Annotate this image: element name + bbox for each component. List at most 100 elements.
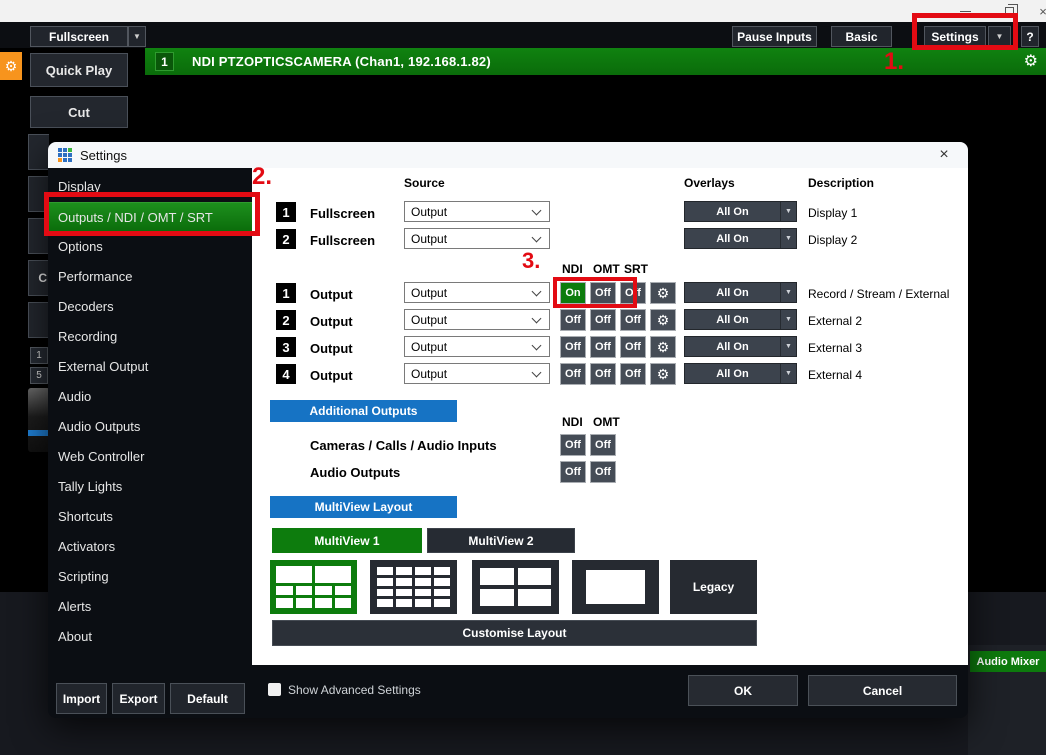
multiview-layout-button[interactable]: MultiView Layout (270, 496, 457, 518)
nav-item-performance[interactable]: Performance (48, 262, 252, 292)
ndi-toggle[interactable]: Off (560, 363, 586, 385)
tab-multiview-2[interactable]: MultiView 2 (427, 528, 575, 553)
source-select[interactable]: Output (404, 309, 550, 330)
nav-item-audio[interactable]: Audio (48, 382, 252, 412)
show-advanced-settings-checkbox[interactable] (268, 683, 281, 696)
default-button[interactable]: Default (170, 683, 245, 714)
source-select-value: Output (411, 205, 533, 219)
transition-button-partial[interactable] (28, 134, 49, 170)
ndi-toggle[interactable]: Off (560, 461, 586, 483)
nav-item-about[interactable]: About (48, 622, 252, 652)
tab-multiview-1[interactable]: MultiView 1 (272, 528, 422, 553)
app-settings-orange-button[interactable]: ⚙ (0, 52, 22, 80)
layout-thumb-grid-4x4[interactable] (370, 560, 457, 614)
omt-toggle[interactable]: Off (590, 434, 616, 456)
annotation-number-1: 1. (884, 48, 904, 76)
chevron-down-icon: ▼ (780, 229, 796, 248)
srt-toggle[interactable]: Off (620, 363, 646, 385)
additional-row-label: Cameras / Calls / Audio Inputs (310, 438, 497, 453)
show-advanced-settings-label: Show Advanced Settings (288, 683, 421, 697)
master-audio-fader[interactable] (28, 388, 50, 452)
close-button[interactable]: × (1026, 0, 1046, 22)
dialog-close-button[interactable]: × (930, 142, 958, 168)
help-button[interactable]: ? (1021, 26, 1039, 47)
source-select-value: Output (411, 232, 533, 246)
ok-button[interactable]: OK (688, 675, 798, 706)
additional-outputs-button[interactable]: Additional Outputs (270, 400, 457, 422)
settings-nav: Display Outputs / NDI / OMT / SRT Option… (48, 168, 252, 718)
omt-toggle[interactable]: Off (590, 363, 616, 385)
srt-column-header: SRT (624, 262, 648, 276)
layout-preview (480, 568, 551, 606)
quick-play-button[interactable]: Quick Play (30, 53, 128, 87)
import-button[interactable]: Import (56, 683, 107, 714)
output-settings-gear-button[interactable]: ⚙ (650, 282, 676, 304)
overlays-value: All On (685, 202, 780, 221)
nav-item-decoders[interactable]: Decoders (48, 292, 252, 322)
transition-button-partial[interactable]: C (28, 260, 49, 296)
annotation-number-2: 2. (252, 163, 272, 191)
overlays-value: All On (685, 337, 780, 356)
vmix-logo-icon (58, 148, 72, 162)
layout-thumb-single[interactable] (572, 560, 659, 614)
gear-icon: ⚙ (657, 313, 670, 327)
nav-item-activators[interactable]: Activators (48, 532, 252, 562)
main-toolbar: Fullscreen ▼ Pause Inputs Basic Settings… (0, 22, 1046, 48)
ndi-toggle[interactable]: Off (560, 309, 586, 331)
fullscreen-dropdown-button[interactable]: ▼ (128, 26, 146, 47)
source-select[interactable]: Output (404, 363, 550, 384)
omt-toggle[interactable]: Off (590, 336, 616, 358)
ndi-toggle[interactable]: Off (560, 336, 586, 358)
input-settings-gear-button[interactable]: ⚙ (1024, 53, 1038, 71)
chevron-down-icon (532, 286, 542, 296)
nav-item-scripting[interactable]: Scripting (48, 562, 252, 592)
overlays-value: All On (685, 229, 780, 248)
basic-button[interactable]: Basic (831, 26, 892, 47)
layout-thumb-grid-2x2[interactable] (472, 560, 559, 614)
transition-seconds-badge[interactable]: 5 (30, 367, 48, 384)
omt-toggle[interactable]: Off (590, 461, 616, 483)
vmix-app-window: × Fullscreen ▼ Pause Inputs Basic Settin… (0, 0, 1046, 755)
overlays-dropdown[interactable]: All On▼ (684, 363, 797, 384)
audio-mixer-tab[interactable]: Audio Mixer (970, 651, 1046, 672)
customise-layout-button[interactable]: Customise Layout (272, 620, 757, 646)
transition-button-label: C (38, 271, 47, 285)
overlays-dropdown[interactable]: All On▼ (684, 336, 797, 357)
export-button[interactable]: Export (112, 683, 165, 714)
nav-item-web-controller[interactable]: Web Controller (48, 442, 252, 472)
srt-toggle[interactable]: Off (620, 336, 646, 358)
source-select[interactable]: Output (404, 228, 550, 249)
nav-item-recording[interactable]: Recording (48, 322, 252, 352)
overlays-dropdown[interactable]: All On▼ (684, 228, 797, 249)
active-input-bar[interactable]: 1 NDI PTZOPTICSCAMERA (Chan1, 192.168.1.… (145, 48, 1046, 75)
source-select[interactable]: Output (404, 336, 550, 357)
nav-item-external-output[interactable]: External Output (48, 352, 252, 382)
layout-thumb-mixed-selected[interactable] (270, 560, 357, 614)
fader-handle[interactable] (28, 430, 50, 436)
overlays-dropdown[interactable]: All On▼ (684, 201, 797, 222)
omt-toggle[interactable]: Off (590, 309, 616, 331)
source-select[interactable]: Output (404, 282, 550, 303)
fullscreen-button[interactable]: Fullscreen (30, 26, 128, 47)
transition-seconds-badge[interactable]: 1 (30, 347, 48, 364)
chevron-down-icon (532, 367, 542, 377)
layout-thumb-legacy[interactable]: Legacy (670, 560, 757, 614)
overlays-dropdown[interactable]: All On▼ (684, 282, 797, 303)
source-select[interactable]: Output (404, 201, 550, 222)
nav-item-options[interactable]: Options (48, 232, 252, 262)
cut-button[interactable]: Cut (30, 96, 128, 128)
nav-item-tally-lights[interactable]: Tally Lights (48, 472, 252, 502)
output-settings-gear-button[interactable]: ⚙ (650, 363, 676, 385)
overlays-dropdown[interactable]: All On▼ (684, 309, 797, 330)
output-settings-gear-button[interactable]: ⚙ (650, 309, 676, 331)
row-number-badge: 1 (276, 202, 296, 222)
transition-button-partial[interactable] (28, 302, 49, 338)
pause-inputs-button[interactable]: Pause Inputs (732, 26, 817, 47)
nav-item-shortcuts[interactable]: Shortcuts (48, 502, 252, 532)
nav-item-alerts[interactable]: Alerts (48, 592, 252, 622)
cancel-button[interactable]: Cancel (808, 675, 957, 706)
nav-item-audio-outputs[interactable]: Audio Outputs (48, 412, 252, 442)
ndi-toggle[interactable]: Off (560, 434, 586, 456)
output-settings-gear-button[interactable]: ⚙ (650, 336, 676, 358)
srt-toggle[interactable]: Off (620, 309, 646, 331)
